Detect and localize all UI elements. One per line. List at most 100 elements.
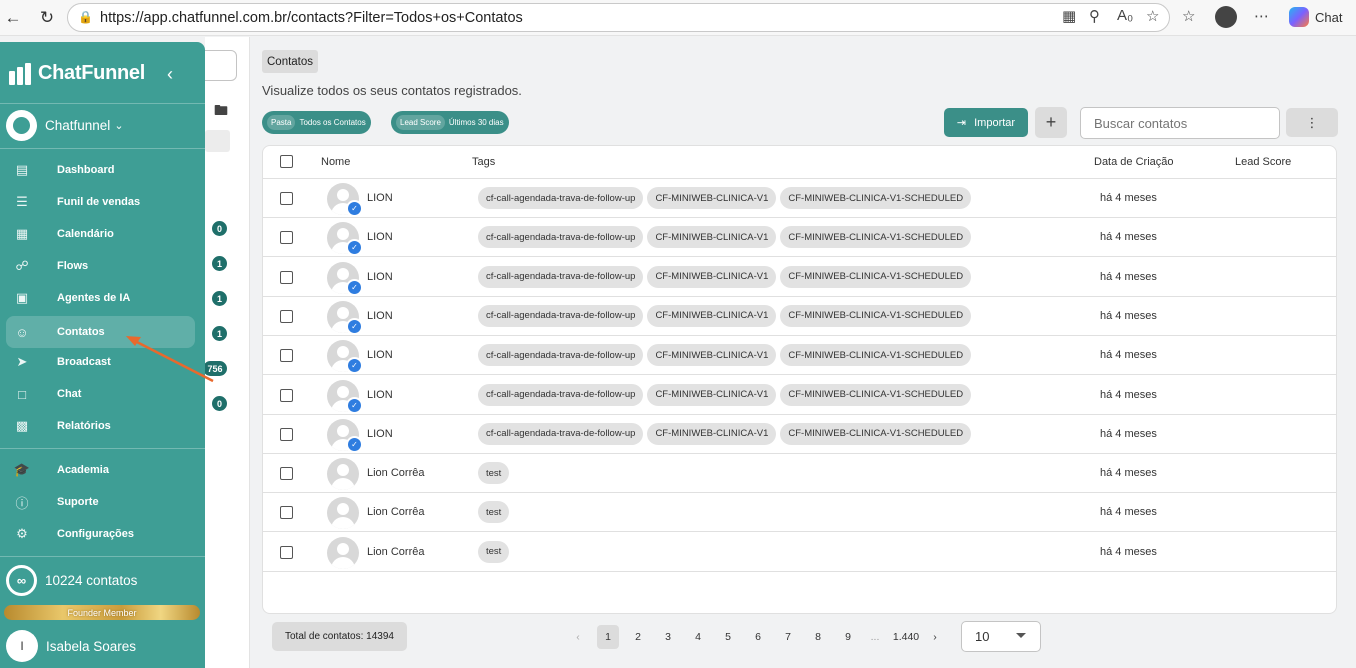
row-checkbox[interactable] (280, 349, 293, 363)
table-row[interactable]: ✓ LION cf-call-agendada-trava-de-follow-up… (263, 336, 1336, 376)
read-aloud-icon[interactable]: A₀ (1117, 7, 1133, 24)
search-input[interactable] (1080, 107, 1280, 139)
tag-chip[interactable]: cf-call-agendada-trava-de-follow-up (478, 265, 644, 288)
page-button[interactable]: 9 (833, 625, 863, 649)
tag-chip[interactable]: CF-MINIWEB-CLINICA-V1 (647, 383, 777, 406)
import-button[interactable]: ⇥ Importar (944, 108, 1028, 137)
filter-chip-pasta[interactable]: Pasta Todos os Contatos (262, 111, 371, 134)
table-row[interactable]: ✓ LION cf-call-agendada-trava-de-follow-up… (263, 179, 1336, 218)
page-button[interactable]: 1.440 (887, 625, 925, 649)
contact-name[interactable]: Lion Corrêa (367, 506, 424, 518)
favorites-list-icon[interactable]: ☆ (1182, 7, 1195, 25)
app-grid-icon[interactable]: ▦ (1062, 7, 1076, 25)
page-button[interactable]: 6 (743, 625, 773, 649)
tag-chip[interactable]: CF-MINIWEB-CLINICA-V1-SCHEDULED (780, 304, 972, 327)
column-header-nome[interactable]: Nome (321, 156, 350, 168)
sidebar-item-academia[interactable]: 🎓 Academia (6, 454, 195, 486)
tag-chip[interactable]: CF-MINIWEB-CLINICA-V1 (647, 422, 777, 445)
page-button[interactable]: 1 (597, 625, 619, 649)
tag-chip[interactable]: test (478, 501, 510, 524)
collapse-sidebar-icon[interactable]: ‹ (167, 64, 173, 85)
sidebar-item-relatorios[interactable]: ▩ Relatórios (6, 410, 195, 442)
contact-name[interactable]: LION (367, 310, 393, 322)
tag-chip[interactable]: cf-call-agendada-trava-de-follow-up (478, 344, 644, 367)
reload-icon[interactable]: ↻ (35, 6, 59, 30)
tag-chip[interactable]: CF-MINIWEB-CLINICA-V1-SCHEDULED (780, 344, 972, 367)
tag-chip[interactable]: CF-MINIWEB-CLINICA-V1 (647, 265, 777, 288)
page-button[interactable]: 2 (623, 625, 653, 649)
tag-chip[interactable]: cf-call-agendada-trava-de-follow-up (478, 383, 644, 406)
workspace-selector[interactable]: Chatfunnel ⌄ (6, 110, 124, 141)
table-row[interactable]: ✓ LION cf-call-agendada-trava-de-follow-up… (263, 297, 1336, 336)
row-checkbox[interactable] (280, 388, 293, 402)
page-button[interactable]: 5 (713, 625, 743, 649)
page-button[interactable]: 7 (773, 625, 803, 649)
zoom-icon[interactable]: ⚲ (1089, 7, 1100, 25)
contact-name[interactable]: Lion Corrêa (367, 467, 424, 479)
tag-chip[interactable]: CF-MINIWEB-CLINICA-V1 (647, 187, 777, 209)
tag-chip[interactable]: test (478, 462, 510, 485)
row-checkbox[interactable] (280, 545, 293, 559)
table-row[interactable]: ✓ LION cf-call-agendada-trava-de-follow-up… (263, 376, 1336, 415)
sidebar-item-flows[interactable]: ☍ Flows (6, 250, 195, 282)
tag-chip[interactable]: CF-MINIWEB-CLINICA-V1-SCHEDULED (780, 383, 972, 406)
extension-icon[interactable] (1215, 6, 1237, 28)
sidebar-item-broadcast[interactable]: ➤ Broadcast (6, 346, 195, 378)
brand-logo[interactable]: ChatFunnel (9, 62, 145, 85)
row-checkbox[interactable] (280, 231, 293, 245)
next-page-icon[interactable]: › (925, 625, 945, 649)
table-row[interactable]: ✓ LION cf-call-agendada-trava-de-follow-up… (263, 258, 1336, 297)
contact-name[interactable]: LION (367, 271, 393, 283)
sidebar-item-calendario[interactable]: ▦ Calendário (6, 218, 195, 250)
back-icon[interactable]: ← (1, 6, 25, 30)
sidebar-item-funil-de-vendas[interactable]: ☰ Funil de vendas (6, 186, 195, 218)
favorite-star-icon[interactable]: ☆ (1146, 7, 1159, 25)
sidebar-item-contatos[interactable]: ☺ Contatos (6, 316, 195, 348)
row-checkbox[interactable] (280, 467, 293, 481)
tag-chip[interactable]: CF-MINIWEB-CLINICA-V1-SCHEDULED (780, 187, 972, 209)
tag-chip[interactable]: CF-MINIWEB-CLINICA-V1-SCHEDULED (780, 422, 972, 445)
table-row[interactable]: Lion Corrêa test há 4 meses (263, 493, 1336, 533)
select-all-checkbox[interactable] (280, 155, 293, 168)
sidebar-item-suporte[interactable]: ⓘ Suporte (6, 486, 195, 518)
row-checkbox[interactable] (280, 427, 293, 441)
tag-chip[interactable]: CF-MINIWEB-CLINICA-V1 (647, 344, 777, 367)
tag-chip[interactable]: cf-call-agendada-trava-de-follow-up (478, 187, 644, 209)
user-profile[interactable]: I Isabela Soares (6, 630, 136, 662)
tag-chip[interactable]: CF-MINIWEB-CLINICA-V1 (647, 226, 777, 249)
rows-per-page-select[interactable]: 10 (961, 621, 1041, 652)
contact-name[interactable]: LION (367, 231, 393, 243)
row-checkbox[interactable] (280, 309, 293, 323)
row-checkbox[interactable] (280, 506, 293, 520)
page-button[interactable]: 8 (803, 625, 833, 649)
table-row[interactable]: ✓ LION cf-call-agendada-trava-de-follow-up… (263, 218, 1336, 258)
table-row[interactable]: Lion Corrêa test há 4 meses (263, 454, 1336, 494)
sidebar-item-agentes-de-ia[interactable]: ▣ Agentes de IA (6, 282, 195, 314)
tag-chip[interactable]: CF-MINIWEB-CLINICA-V1-SCHEDULED (780, 265, 972, 288)
add-contact-button[interactable]: + (1035, 107, 1067, 138)
address-bar[interactable]: 🔒 https://app.chatfunnel.com.br/contacts… (67, 3, 1170, 32)
table-row[interactable]: Lion Corrêa test há 4 meses (263, 533, 1336, 572)
tag-chip[interactable]: cf-call-agendada-trava-de-follow-up (478, 304, 644, 327)
tag-chip[interactable]: CF-MINIWEB-CLINICA-V1 (647, 304, 777, 327)
filter-chip-lead-score[interactable]: Lead Score Últimos 30 dias (391, 111, 509, 134)
tag-chip[interactable]: test (478, 540, 510, 563)
prev-page-icon[interactable]: ‹ (563, 625, 593, 649)
sidebar-item-chat[interactable]: □ Chat (6, 378, 195, 410)
contact-name[interactable]: LION (367, 192, 393, 204)
page-button[interactable]: 3 (653, 625, 683, 649)
more-menu-icon[interactable]: ⋯ (1254, 7, 1269, 25)
breadcrumb[interactable]: Contatos (262, 50, 319, 73)
column-header-data-de-criacao[interactable]: Data de Criação (1094, 156, 1174, 168)
row-checkbox[interactable] (280, 270, 293, 284)
tag-chip[interactable]: cf-call-agendada-trava-de-follow-up (478, 226, 644, 249)
column-header-lead-score[interactable]: Lead Score (1235, 156, 1291, 168)
sidebar-item-dashboard[interactable]: ▤ Dashboard (6, 154, 195, 186)
copilot-chat-button[interactable]: Chat (1283, 3, 1349, 31)
contact-name[interactable]: LION (367, 428, 393, 440)
contact-name[interactable]: Lion Corrêa (367, 546, 424, 558)
tag-chip[interactable]: CF-MINIWEB-CLINICA-V1-SCHEDULED (780, 226, 972, 249)
contact-name[interactable]: LION (367, 349, 393, 361)
table-row[interactable]: ✓ LION cf-call-agendada-trava-de-follow-up… (263, 415, 1336, 454)
page-button[interactable]: 4 (683, 625, 713, 649)
